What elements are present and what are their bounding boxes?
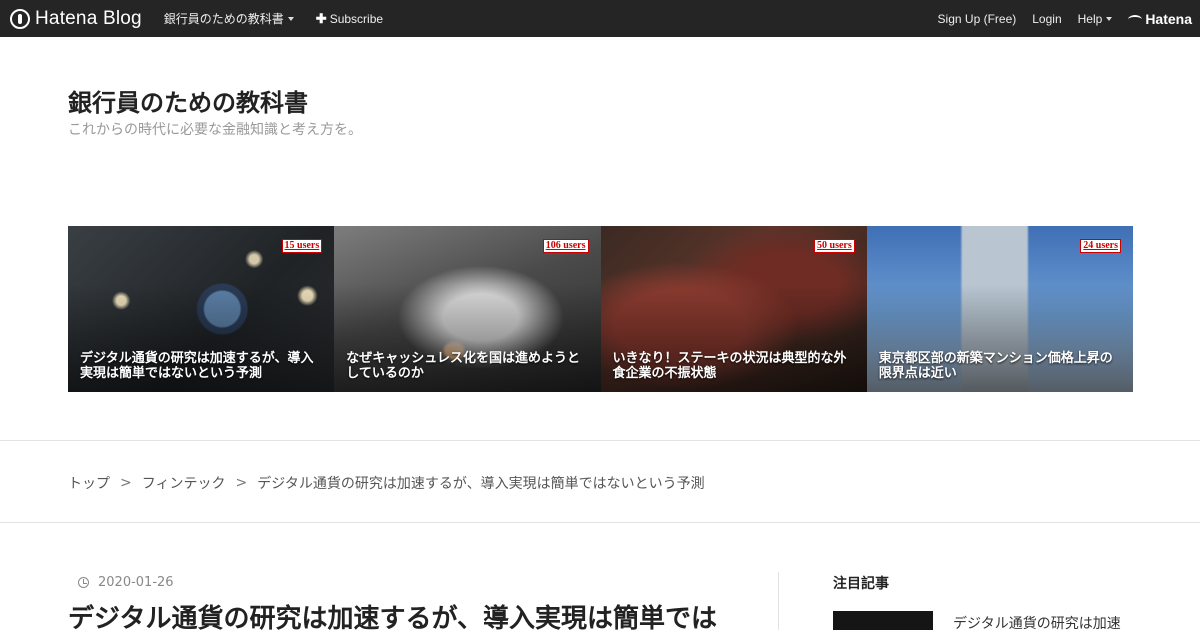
hatena-blog-logo-icon: [10, 8, 30, 29]
featured-card[interactable]: 50 users いきなり！ステーキの状況は典型的な外食企業の不振状態: [600, 226, 867, 392]
card-title[interactable]: いきなり！ステーキの状況は典型的な外食企業の不振状態: [613, 351, 855, 381]
breadcrumb-category[interactable]: フィンテック: [142, 473, 226, 493]
bookmark-users-badge[interactable]: 50 users: [814, 239, 855, 253]
featured-card[interactable]: 24 users 東京都区部の新築マンション価格上昇の限界点は近い: [866, 226, 1133, 392]
breadcrumb-top[interactable]: トップ: [68, 473, 110, 493]
breadcrumb: トップ > フィンテック > デジタル通貨の研究は加速するが、導入実現は簡単では…: [68, 473, 705, 493]
clock-icon: [78, 577, 89, 588]
breadcrumb-separator: >: [235, 475, 248, 491]
bookmark-users-badge[interactable]: 24 users: [1080, 239, 1121, 253]
logo-text: Hatena Blog: [35, 7, 142, 29]
entry-date-text: 2020-01-26: [98, 575, 174, 590]
help-dropdown[interactable]: Help: [1078, 12, 1113, 26]
featured-card[interactable]: 106 users なぜキャッシュレス化を国は進めようとしているのか: [334, 226, 601, 392]
sidebar-heading: 注目記事: [833, 576, 889, 592]
help-label: Help: [1077, 11, 1103, 26]
featured-entries: 15 users デジタル通貨の研究は加速するが、導入実現は簡単ではないという予…: [68, 226, 1133, 392]
blog-menu-dropdown[interactable]: 銀行員のための教科書: [164, 10, 294, 27]
sidebar-entry-thumbnail[interactable]: [833, 611, 933, 630]
card-title[interactable]: デジタル通貨の研究は加速するが、導入実現は簡単ではないという予測: [80, 351, 322, 381]
caret-down-icon: [1106, 16, 1113, 21]
featured-card[interactable]: 15 users デジタル通貨の研究は加速するが、導入実現は簡単ではないという予…: [68, 226, 335, 392]
header-left: Hatena Blog 銀行員のための教科書 ✚ Subscribe: [10, 0, 405, 37]
hatena-bird-icon: [1128, 14, 1143, 23]
breadcrumb-separator: >: [120, 475, 132, 491]
header-right: Sign Up (Free) Login Help Hatena: [938, 0, 1192, 37]
subscribe-label: Subscribe: [329, 11, 384, 26]
divider: [0, 522, 1200, 523]
entry-date[interactable]: 2020-01-26: [78, 575, 174, 590]
global-header: Hatena Blog 銀行員のための教科書 ✚ Subscribe Sign …: [0, 0, 1200, 37]
card-title[interactable]: 東京都区部の新築マンション価格上昇の限界点は近い: [879, 351, 1121, 381]
brand-label: Hatena: [1145, 10, 1192, 27]
caret-down-icon: [287, 16, 294, 21]
card-title[interactable]: なぜキャッシュレス化を国は進めようとしているのか: [346, 351, 588, 381]
login-link[interactable]: Login: [1032, 12, 1061, 26]
breadcrumb-current: デジタル通貨の研究は加速するが、導入実現は簡単ではないという予測: [257, 476, 705, 492]
subscribe-button[interactable]: ✚ Subscribe: [316, 11, 383, 27]
hatena-brand-link[interactable]: Hatena: [1128, 11, 1192, 27]
entry-title[interactable]: デジタル通貨の研究は加速するが、導入実現は簡単では: [68, 598, 758, 635]
signup-link[interactable]: Sign Up (Free): [938, 12, 1017, 26]
plus-icon: ✚: [315, 10, 327, 26]
divider: [0, 440, 1200, 441]
hatena-blog-logo[interactable]: Hatena Blog: [10, 8, 142, 30]
bookmark-users-badge[interactable]: 106 users: [542, 239, 589, 253]
blog-menu-label: 銀行員のための教科書: [163, 12, 284, 26]
bookmark-users-badge[interactable]: 15 users: [281, 239, 323, 253]
sidebar-entry-title[interactable]: デジタル通貨の研究は加速: [953, 613, 1153, 633]
column-divider: [778, 572, 779, 630]
blog-description: これからの時代に必要な金融知識と考え方を。: [68, 122, 362, 138]
blog-title[interactable]: 銀行員のための教科書: [68, 83, 308, 118]
